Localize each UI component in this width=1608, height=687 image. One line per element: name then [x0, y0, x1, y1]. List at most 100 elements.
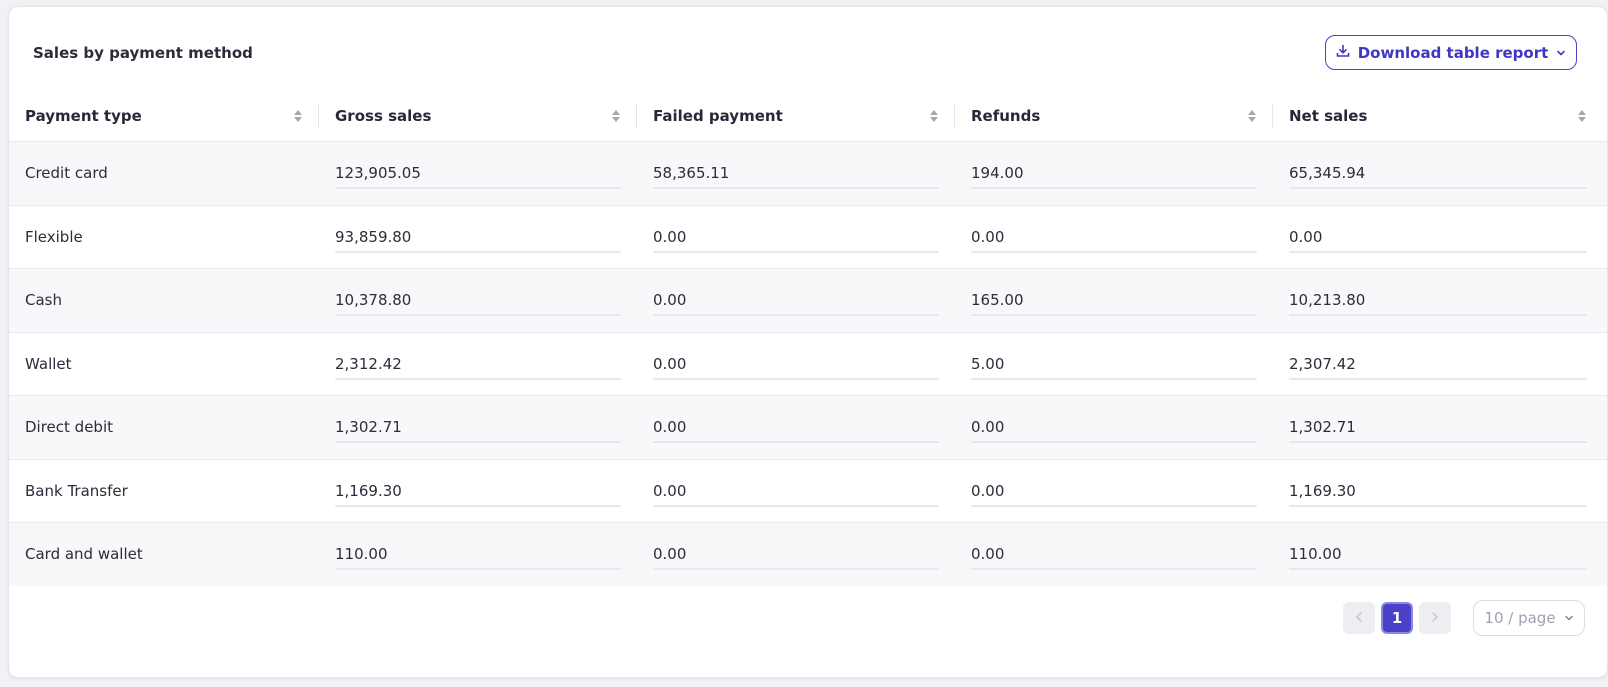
- value-cell: 0.00: [637, 269, 955, 332]
- value-underline: [335, 314, 621, 316]
- cell-text: Cash: [25, 291, 62, 310]
- cell-text: 10,213.80: [1289, 291, 1366, 310]
- sort-icon[interactable]: [1247, 108, 1257, 124]
- value-underline: [1289, 314, 1587, 316]
- value-cell: 0.00: [637, 460, 955, 523]
- value-cell: 0.00: [955, 396, 1273, 459]
- value-underline: [1289, 250, 1587, 253]
- cell-text: 0.00: [653, 545, 687, 564]
- cell-text: 110.00: [1289, 545, 1342, 564]
- card-header: Sales by payment method Download table r…: [9, 7, 1607, 91]
- value-underline: [653, 187, 939, 189]
- column-header-refunds[interactable]: Refunds: [955, 91, 1273, 141]
- cell-text: 5.00: [971, 354, 1005, 373]
- value-cell: 194.00: [955, 142, 1273, 205]
- card-title: Sales by payment method: [33, 44, 253, 62]
- cell-text: 2,312.42: [335, 354, 402, 373]
- cell-text: 2,307.42: [1289, 354, 1356, 373]
- value-cell: 65,345.94: [1273, 142, 1607, 205]
- cell-text: 0.00: [971, 481, 1005, 500]
- value-cell: 0.00: [1273, 206, 1607, 269]
- value-underline: [335, 187, 621, 189]
- value-underline: [653, 377, 939, 380]
- sort-icon[interactable]: [293, 108, 303, 124]
- table-row: Credit card 123,905.05 58,365.11 194.00 65,3…: [9, 141, 1607, 205]
- table-row: Cash 10,378.80 0.00 165.00 10,213.80: [9, 268, 1607, 332]
- value-cell: 110.00: [1273, 523, 1607, 586]
- value-underline: [971, 187, 1257, 189]
- value-underline: [1289, 504, 1587, 507]
- value-cell: 1,169.30: [319, 460, 637, 523]
- value-underline: [653, 568, 939, 570]
- download-icon: [1336, 44, 1350, 62]
- value-cell: 0.00: [955, 206, 1273, 269]
- cell-text: Direct debit: [25, 418, 114, 437]
- cell-text: 110.00: [335, 545, 388, 564]
- column-header-failed-payment[interactable]: Failed payment: [637, 91, 955, 141]
- column-header-label: Net sales: [1289, 107, 1368, 125]
- cell-text: 58,365.11: [653, 164, 730, 183]
- download-button-label: Download table report: [1357, 43, 1549, 62]
- value-underline: [1289, 441, 1587, 443]
- table-row: Direct debit 1,302.71 0.00 0.00 1,302.71: [9, 395, 1607, 459]
- payment-type-cell: Bank Transfer: [9, 460, 319, 523]
- sort-icon[interactable]: [1577, 108, 1587, 124]
- value-cell: 0.00: [637, 206, 955, 269]
- value-cell: 165.00: [955, 269, 1273, 332]
- cell-text: 0.00: [1289, 227, 1323, 246]
- cell-text: 123,905.05: [335, 164, 421, 183]
- table-body: Credit card 123,905.05 58,365.11 194.00 65,3…: [9, 141, 1607, 586]
- next-page-button[interactable]: [1419, 602, 1451, 634]
- payment-type-cell: Direct debit: [9, 396, 319, 459]
- page-1-button[interactable]: 1: [1381, 602, 1413, 634]
- page-size-label: 10 / page: [1484, 609, 1556, 627]
- column-header-net-sales[interactable]: Net sales: [1273, 91, 1607, 141]
- column-header-payment-type[interactable]: Payment type: [9, 91, 319, 141]
- pagination: 1 10 / page: [1343, 600, 1585, 636]
- cell-text: 0.00: [653, 481, 687, 500]
- cell-text: 65,345.94: [1289, 164, 1366, 183]
- table-row: Flexible 93,859.80 0.00 0.00 0.00: [9, 204, 1607, 269]
- value-underline: [971, 377, 1257, 380]
- value-underline: [1289, 187, 1587, 189]
- cell-text: Credit card: [25, 164, 108, 183]
- value-underline: [335, 568, 621, 570]
- value-cell: 93,859.80: [319, 206, 637, 269]
- download-table-report-button[interactable]: Download table report: [1325, 35, 1577, 70]
- value-cell: 0.00: [637, 333, 955, 396]
- column-header-gross-sales[interactable]: Gross sales: [319, 91, 637, 141]
- chevron-down-icon: [1556, 44, 1566, 62]
- table-header-row: Payment type Gross sales Failed payment: [9, 91, 1607, 141]
- value-cell: 5.00: [955, 333, 1273, 396]
- payment-type-cell: Credit card: [9, 142, 319, 205]
- payment-type-cell: Flexible: [9, 206, 319, 269]
- table-row: Wallet 2,312.42 0.00 5.00 2,307.42: [9, 331, 1607, 396]
- page-size-select[interactable]: 10 / page: [1473, 600, 1585, 636]
- cell-text: Wallet: [25, 354, 72, 373]
- value-underline: [653, 250, 939, 253]
- column-header-label: Gross sales: [335, 107, 432, 125]
- column-header-label: Refunds: [971, 107, 1041, 125]
- cell-text: 0.00: [971, 545, 1005, 564]
- value-cell: 0.00: [955, 523, 1273, 586]
- value-underline: [971, 314, 1257, 316]
- value-cell: 1,302.71: [319, 396, 637, 459]
- value-cell: 10,213.80: [1273, 269, 1607, 332]
- cell-text: 0.00: [653, 354, 687, 373]
- cell-text: 1,302.71: [1289, 418, 1356, 437]
- cell-text: Card and wallet: [25, 545, 143, 564]
- prev-page-button[interactable]: [1343, 602, 1375, 634]
- cell-text: 10,378.80: [335, 291, 412, 310]
- value-cell: 10,378.80: [319, 269, 637, 332]
- sort-icon[interactable]: [929, 108, 939, 124]
- value-cell: 2,307.42: [1273, 333, 1607, 396]
- cell-text: 1,169.30: [335, 481, 402, 500]
- cell-text: 0.00: [653, 227, 687, 246]
- sales-card: Sales by payment method Download table r…: [8, 6, 1608, 678]
- sort-icon[interactable]: [611, 108, 621, 124]
- cell-text: 0.00: [971, 418, 1005, 437]
- cell-text: 194.00: [971, 164, 1024, 183]
- value-underline: [335, 504, 621, 507]
- cell-text: 165.00: [971, 291, 1024, 310]
- cell-text: 0.00: [653, 291, 687, 310]
